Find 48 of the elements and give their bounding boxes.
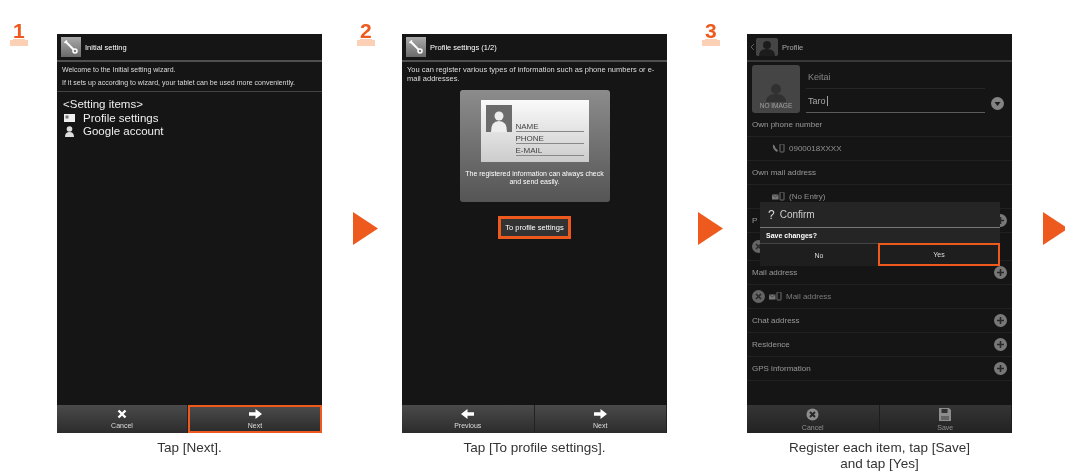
name-field[interactable]: Keitai (806, 65, 985, 89)
person-icon (756, 38, 778, 56)
avatar-icon (485, 105, 512, 132)
dialog-title: Confirm (779, 209, 815, 220)
mail-address-field[interactable]: Mail address (786, 292, 832, 301)
step-caption: Tap [Next]. (156, 440, 223, 456)
add-icon[interactable] (994, 362, 1007, 375)
phone-icon (772, 144, 785, 153)
add-icon[interactable] (994, 266, 1007, 279)
section-heading: Own phone number (752, 120, 823, 129)
cancel-icon (806, 407, 820, 421)
wrench-icon (406, 37, 426, 57)
next-step-arrow-icon (698, 212, 723, 245)
add-icon[interactable] (994, 338, 1007, 351)
close-icon (117, 409, 127, 419)
mail-icon (769, 292, 782, 301)
right-arrow-icon (248, 409, 262, 419)
list-heading: <Setting items> (63, 98, 144, 110)
phone-number[interactable]: 0900018XXXX (789, 144, 842, 153)
back-chevron-icon (751, 44, 754, 50)
field-label: PHONE (515, 134, 584, 144)
add-icon[interactable] (994, 314, 1007, 327)
question-icon: ? (768, 207, 775, 222)
right-arrow-icon (593, 409, 607, 419)
next-step-arrow-icon (353, 212, 378, 245)
mail-address[interactable]: (No Entry) (789, 192, 826, 201)
step-caption: Tap [To profile settings]. (462, 440, 607, 456)
person-icon (64, 125, 75, 137)
left-arrow-icon (461, 409, 475, 419)
section-heading: Chat address (752, 316, 800, 325)
mail-icon (772, 192, 785, 201)
field-label: NAME (515, 122, 584, 132)
section-heading: Residence (752, 340, 790, 349)
wrench-icon (61, 37, 81, 57)
dropdown-icon[interactable] (991, 97, 1004, 110)
section-heading: GPS information (752, 364, 811, 373)
setting-item[interactable]: Google account (83, 125, 164, 137)
next-step-arrow-icon (1043, 212, 1065, 245)
remove-icon[interactable] (752, 290, 765, 303)
save-icon (939, 407, 952, 421)
section-heading: P (752, 216, 758, 225)
field-label: E-MAIL (515, 146, 584, 156)
section-heading: Mail address (752, 268, 798, 277)
card-icon (64, 114, 75, 122)
section-heading: Own mail address (752, 168, 817, 177)
setting-item[interactable]: Profile settings (83, 112, 159, 124)
step-caption: Register each item, tap [Save] and tap [Yes] (788, 440, 971, 472)
name-field[interactable]: Taro (806, 89, 985, 113)
